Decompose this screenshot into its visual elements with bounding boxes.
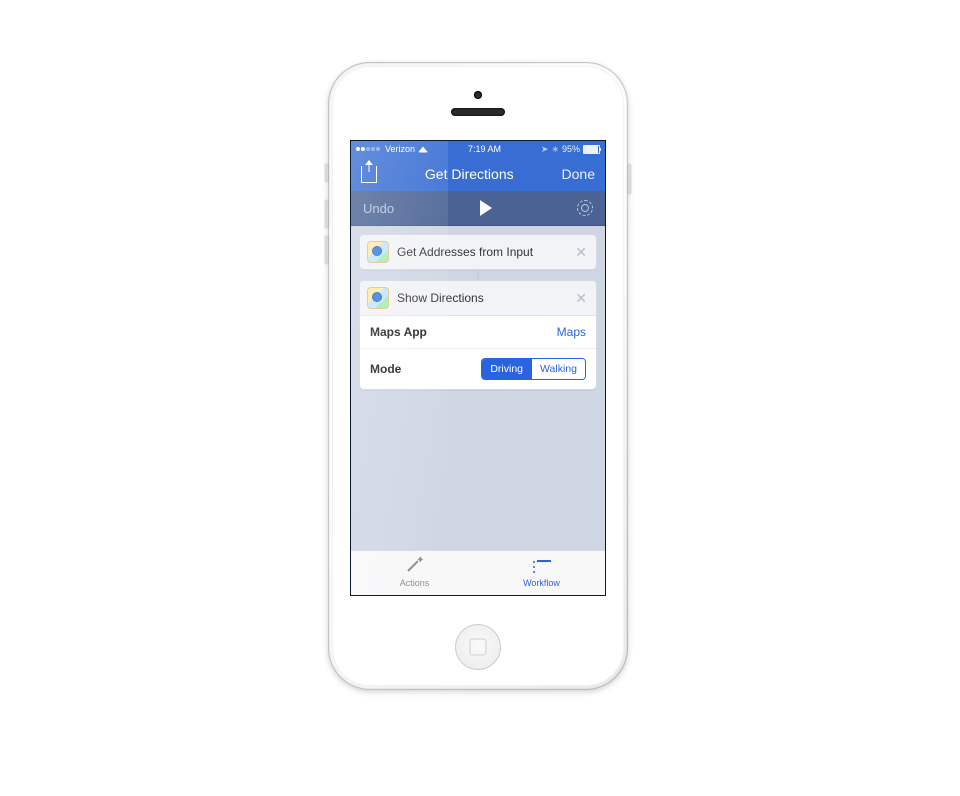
action-title: Show Directions xyxy=(397,291,565,305)
location-icon: ➤ xyxy=(541,144,549,155)
param-value[interactable]: Maps xyxy=(557,325,586,339)
list-icon xyxy=(533,560,551,574)
wand-icon xyxy=(406,558,424,576)
gear-icon[interactable] xyxy=(577,200,593,216)
screen: Verizon 7:19 AM ➤ ∗ 95% Get Directions D… xyxy=(350,140,606,596)
share-icon[interactable] xyxy=(361,166,377,183)
mode-option-walking[interactable]: Walking xyxy=(531,359,585,379)
tab-workflow[interactable]: Workflow xyxy=(478,551,605,595)
status-bar: Verizon 7:19 AM ➤ ∗ 95% xyxy=(351,141,605,157)
workflow-canvas: Get Addresses from Input ✕ Show Directio… xyxy=(351,226,605,390)
param-row-mode: Mode Driving Walking xyxy=(360,349,596,389)
home-button[interactable] xyxy=(455,624,501,670)
editor-toolbar: Undo xyxy=(351,191,605,226)
page-title: Get Directions xyxy=(377,166,562,182)
action-card-show-directions[interactable]: Show Directions ✕ Maps App Maps Mode Dri… xyxy=(359,280,597,390)
param-label: Mode xyxy=(370,362,401,376)
undo-button[interactable]: Undo xyxy=(363,201,394,216)
volume-up-button xyxy=(325,200,328,228)
close-icon[interactable]: ✕ xyxy=(573,244,589,261)
done-button[interactable]: Done xyxy=(562,166,595,182)
action-card-get-addresses[interactable]: Get Addresses from Input ✕ xyxy=(359,234,597,270)
mode-option-driving[interactable]: Driving xyxy=(482,359,531,379)
mode-segmented-control[interactable]: Driving Walking xyxy=(481,358,586,380)
bluetooth-icon: ∗ xyxy=(551,144,559,155)
volume-down-button xyxy=(325,236,328,264)
tab-bar: Actions Workflow xyxy=(351,550,605,595)
maps-icon xyxy=(367,287,389,309)
navigation-bar: Get Directions Done xyxy=(351,157,605,191)
play-icon xyxy=(480,200,492,216)
battery-icon xyxy=(583,145,600,154)
tab-label: Workflow xyxy=(523,578,560,588)
param-label: Maps App xyxy=(370,325,427,339)
iphone-device-frame: Verizon 7:19 AM ➤ ∗ 95% Get Directions D… xyxy=(328,62,628,690)
action-title: Get Addresses from Input xyxy=(397,245,565,259)
run-button[interactable] xyxy=(394,200,577,216)
tab-actions[interactable]: Actions xyxy=(351,551,478,595)
param-row-maps-app[interactable]: Maps App Maps xyxy=(360,316,596,349)
earpiece-speaker xyxy=(451,108,505,116)
close-icon[interactable]: ✕ xyxy=(573,290,589,307)
flow-connector xyxy=(359,270,597,280)
front-camera xyxy=(474,91,482,99)
wifi-icon xyxy=(418,146,428,152)
carrier-label: Verizon xyxy=(385,144,415,154)
clock: 7:19 AM xyxy=(428,144,541,154)
signal-strength-icon xyxy=(356,147,380,151)
tab-label: Actions xyxy=(400,578,430,588)
mute-switch xyxy=(325,164,328,182)
battery-percent: 95% xyxy=(562,144,580,154)
maps-icon xyxy=(367,241,389,263)
power-button xyxy=(628,164,631,194)
